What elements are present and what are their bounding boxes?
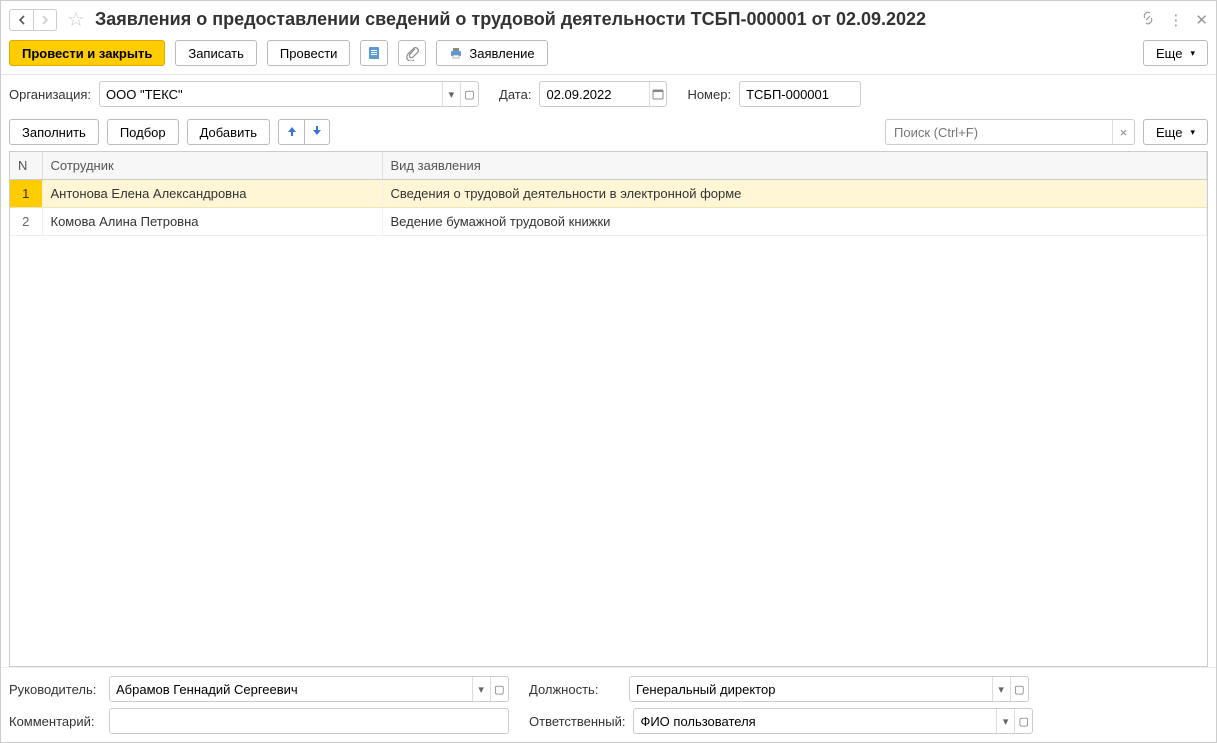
move-down-button[interactable]	[304, 119, 330, 145]
comment-label: Комментарий:	[9, 714, 101, 729]
organization-input[interactable]	[100, 82, 442, 106]
manager-field[interactable]: ▾ ▢	[109, 676, 509, 702]
add-button[interactable]: Добавить	[187, 119, 270, 145]
document-register-button[interactable]	[360, 40, 388, 66]
comment-input[interactable]	[110, 709, 508, 733]
print-statement-button[interactable]: Заявление	[436, 40, 547, 66]
print-statement-label: Заявление	[469, 46, 534, 61]
save-button[interactable]: Записать	[175, 40, 257, 66]
col-header-type[interactable]: Вид заявления	[382, 152, 1207, 180]
open-icon: ▢	[1019, 715, 1029, 728]
col-header-employee[interactable]: Сотрудник	[42, 152, 382, 180]
number-label: Номер:	[687, 87, 731, 102]
subtoolbar-more-label: Еще	[1156, 125, 1182, 140]
move-up-button[interactable]	[278, 119, 304, 145]
chevron-down-icon: ▾	[1190, 127, 1195, 138]
link-icon[interactable]	[1140, 10, 1156, 30]
arrow-up-icon	[285, 124, 299, 141]
select-button[interactable]: Подбор	[107, 119, 179, 145]
date-field[interactable]	[539, 81, 667, 107]
table-row[interactable]: 1Антонова Елена АлександровнаСведения о …	[10, 180, 1207, 208]
toolbar-more-label: Еще	[1156, 46, 1182, 61]
post-button[interactable]: Провести	[267, 40, 351, 66]
position-open-button[interactable]: ▢	[1010, 677, 1028, 701]
comment-field[interactable]	[109, 708, 509, 734]
post-and-close-button[interactable]: Провести и закрыть	[9, 40, 165, 66]
cell-employee: Комова Алина Петровна	[42, 208, 382, 236]
date-input[interactable]	[540, 82, 649, 106]
responsible-dropdown-button[interactable]: ▾	[996, 709, 1014, 733]
search-clear-button[interactable]: ×	[1112, 120, 1134, 144]
arrow-left-icon	[16, 14, 28, 26]
manager-open-button[interactable]: ▢	[490, 677, 508, 701]
cell-n: 1	[10, 180, 42, 208]
responsible-input[interactable]	[634, 709, 996, 733]
cell-type: Ведение бумажной трудовой книжки	[382, 208, 1207, 236]
manager-label: Руководитель:	[9, 682, 101, 697]
fill-button[interactable]: Заполнить	[9, 119, 99, 145]
position-label: Должность:	[529, 682, 621, 697]
col-header-n[interactable]: N	[10, 152, 42, 180]
open-icon: ▢	[1014, 683, 1024, 696]
position-input[interactable]	[630, 677, 992, 701]
paperclip-icon	[404, 45, 420, 61]
printer-icon	[449, 46, 463, 60]
favorite-star-icon[interactable]: ☆	[67, 7, 85, 32]
date-calendar-button[interactable]	[649, 82, 666, 106]
organization-label: Организация:	[9, 87, 91, 102]
chevron-down-icon: ▾	[449, 88, 455, 101]
chevron-down-icon: ▾	[1190, 48, 1195, 59]
subtoolbar-more-button[interactable]: Еще ▾	[1143, 119, 1208, 145]
table-row[interactable]: 2Комова Алина ПетровнаВедение бумажной т…	[10, 208, 1207, 236]
organization-field[interactable]: ▾ ▢	[99, 81, 479, 107]
more-vertical-icon[interactable]: ⋮	[1168, 11, 1183, 29]
cell-n: 2	[10, 208, 42, 236]
responsible-field[interactable]: ▾ ▢	[633, 708, 1033, 734]
close-icon[interactable]: ✕	[1195, 11, 1208, 29]
responsible-open-button[interactable]: ▢	[1014, 709, 1032, 733]
nav-back-button[interactable]	[9, 9, 33, 31]
search-field[interactable]: ×	[885, 119, 1135, 145]
organization-open-button[interactable]: ▢	[460, 82, 478, 106]
cell-employee: Антонова Елена Александровна	[42, 180, 382, 208]
attach-button[interactable]	[398, 40, 426, 66]
employees-table[interactable]: N Сотрудник Вид заявления 1Антонова Елен…	[9, 151, 1208, 667]
close-icon: ×	[1120, 125, 1128, 140]
manager-input[interactable]	[110, 677, 472, 701]
chevron-down-icon: ▾	[1003, 715, 1009, 728]
search-input[interactable]	[886, 120, 1112, 144]
position-dropdown-button[interactable]: ▾	[992, 677, 1010, 701]
nav-forward-button[interactable]	[33, 9, 57, 31]
document-list-icon	[366, 45, 382, 61]
open-icon: ▢	[494, 683, 504, 696]
arrow-right-icon	[39, 14, 51, 26]
date-label: Дата:	[499, 87, 531, 102]
number-field[interactable]	[739, 81, 861, 107]
number-input[interactable]	[740, 82, 860, 106]
cell-type: Сведения о трудовой деятельности в элект…	[382, 180, 1207, 208]
responsible-label: Ответственный:	[529, 714, 625, 729]
page-title: Заявления о предоставлении сведений о тр…	[95, 9, 1134, 30]
arrow-down-icon	[310, 124, 324, 141]
open-icon: ▢	[464, 88, 474, 101]
chevron-down-icon: ▾	[998, 683, 1004, 696]
chevron-down-icon: ▾	[478, 683, 484, 696]
calendar-icon	[652, 88, 664, 100]
manager-dropdown-button[interactable]: ▾	[472, 677, 490, 701]
position-field[interactable]: ▾ ▢	[629, 676, 1029, 702]
toolbar-more-button[interactable]: Еще ▾	[1143, 40, 1208, 66]
organization-dropdown-button[interactable]: ▾	[442, 82, 460, 106]
